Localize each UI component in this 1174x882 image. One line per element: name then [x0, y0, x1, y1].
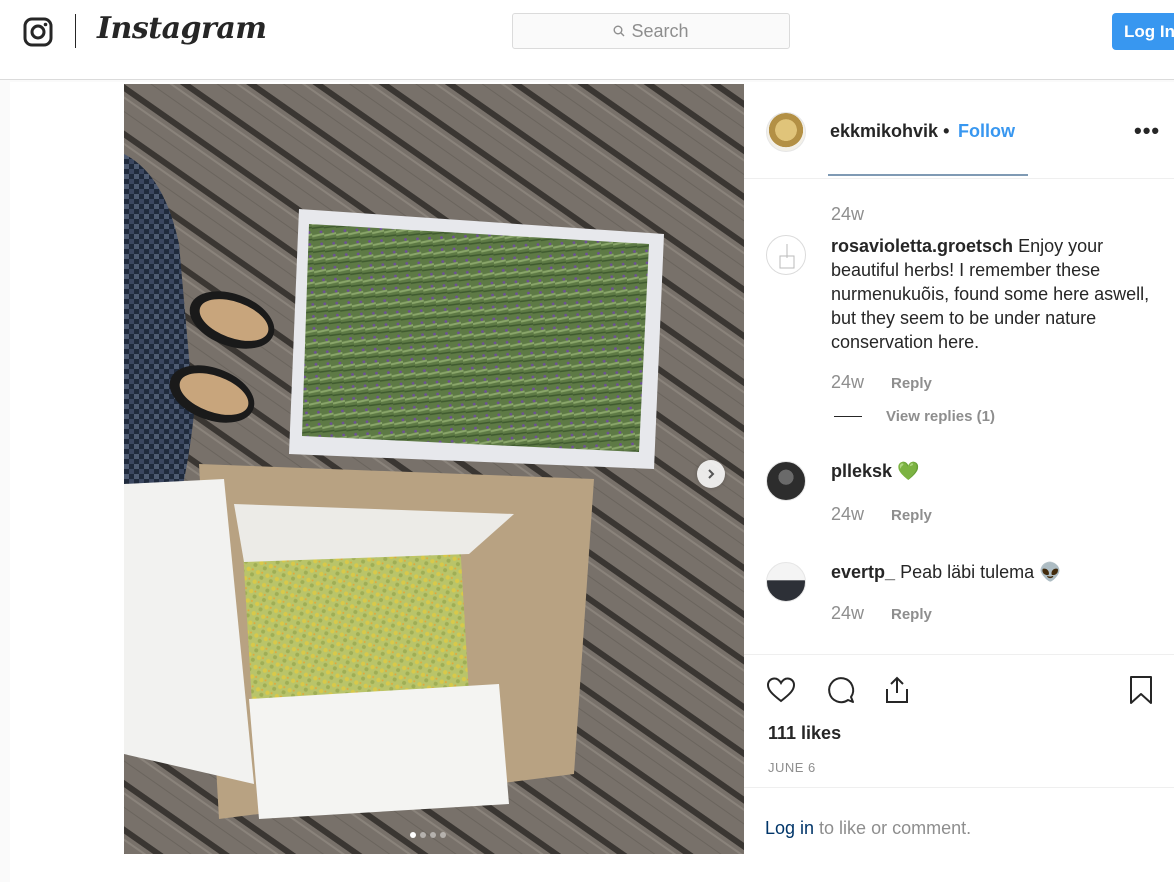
likes-count[interactable]: 111 likes: [768, 723, 841, 744]
instagram-glyph-icon[interactable]: [23, 17, 53, 47]
avatar-image: [779, 244, 795, 269]
share-icon[interactable]: [882, 675, 912, 705]
comment-body: evertp_ Peab läbi tulema 👽: [831, 560, 1062, 584]
replies-divider: [834, 416, 862, 417]
reply-button[interactable]: Reply: [891, 375, 932, 392]
comment-time: 24w: [831, 504, 865, 524]
commenter-avatar[interactable]: [766, 461, 806, 501]
commenter-avatar[interactable]: [766, 562, 806, 602]
search-input[interactable]: Search: [512, 13, 790, 49]
comment-time: 24w: [831, 372, 865, 392]
comment-text: 💚: [897, 461, 920, 481]
search-icon: [613, 25, 625, 37]
top-nav: Instagram Search Log In: [0, 0, 1174, 80]
carousel-dot: [420, 832, 426, 838]
photo-illustration: [124, 84, 744, 854]
chevron-right-icon: [708, 469, 715, 479]
separator: •: [938, 121, 950, 141]
search-placeholder: Search: [631, 20, 689, 41]
next-photo-button[interactable]: [697, 460, 725, 488]
commenter-username[interactable]: plleksk: [831, 461, 892, 481]
carousel-dots: [410, 832, 446, 838]
post-sidebar: ekkmikohvik • Follow ••• 24w rosaviolett…: [744, 84, 1174, 854]
carousel-dot: [430, 832, 436, 838]
clipped-comment: [828, 171, 1098, 177]
comment-time: 24w: [831, 204, 865, 224]
reply-button[interactable]: Reply: [891, 606, 932, 623]
author-avatar[interactable]: [766, 112, 806, 152]
reply-button[interactable]: Reply: [891, 507, 932, 524]
login-suffix: to like or comment.: [814, 818, 972, 838]
login-prompt-text: Log in to like or comment.: [765, 818, 971, 839]
comment-time: 24w: [831, 603, 865, 623]
commenter-username[interactable]: evertp_: [831, 562, 895, 582]
commenter-username[interactable]: rosavioletta.groetsch: [831, 236, 1013, 256]
follow-button[interactable]: Follow: [958, 121, 1015, 142]
more-options-button[interactable]: •••: [1134, 118, 1160, 144]
login-prompt: Log in to like or comment.: [744, 787, 1174, 857]
comment-body: rosavioletta.groetsch Enjoy your beautif…: [831, 234, 1171, 354]
post-header: ekkmikohvik • Follow •••: [744, 84, 1174, 179]
login-button[interactable]: Log In: [1112, 13, 1174, 50]
carousel-dot: [440, 832, 446, 838]
commenter-avatar[interactable]: [766, 235, 806, 275]
post-actions: 111 likes JUNE 6 Log in to like or comme…: [744, 654, 1174, 854]
nav-divider: [75, 14, 76, 48]
instagram-wordmark[interactable]: Instagram: [97, 11, 267, 46]
comment-text: Peab läbi tulema 👽: [900, 562, 1062, 582]
bookmark-icon[interactable]: [1126, 675, 1156, 705]
author-username[interactable]: ekkmikohvik •: [830, 121, 949, 142]
heart-icon[interactable]: [766, 675, 796, 705]
login-link[interactable]: Log in: [765, 818, 814, 838]
view-replies-button[interactable]: View replies (1): [886, 408, 995, 425]
post-date: JUNE 6: [768, 760, 816, 775]
post-photo[interactable]: [124, 84, 744, 854]
comment-body: plleksk 💚: [831, 459, 919, 483]
comment-icon[interactable]: [826, 675, 856, 705]
carousel-dot: [410, 832, 416, 838]
author-username-text[interactable]: ekkmikohvik: [830, 121, 938, 141]
